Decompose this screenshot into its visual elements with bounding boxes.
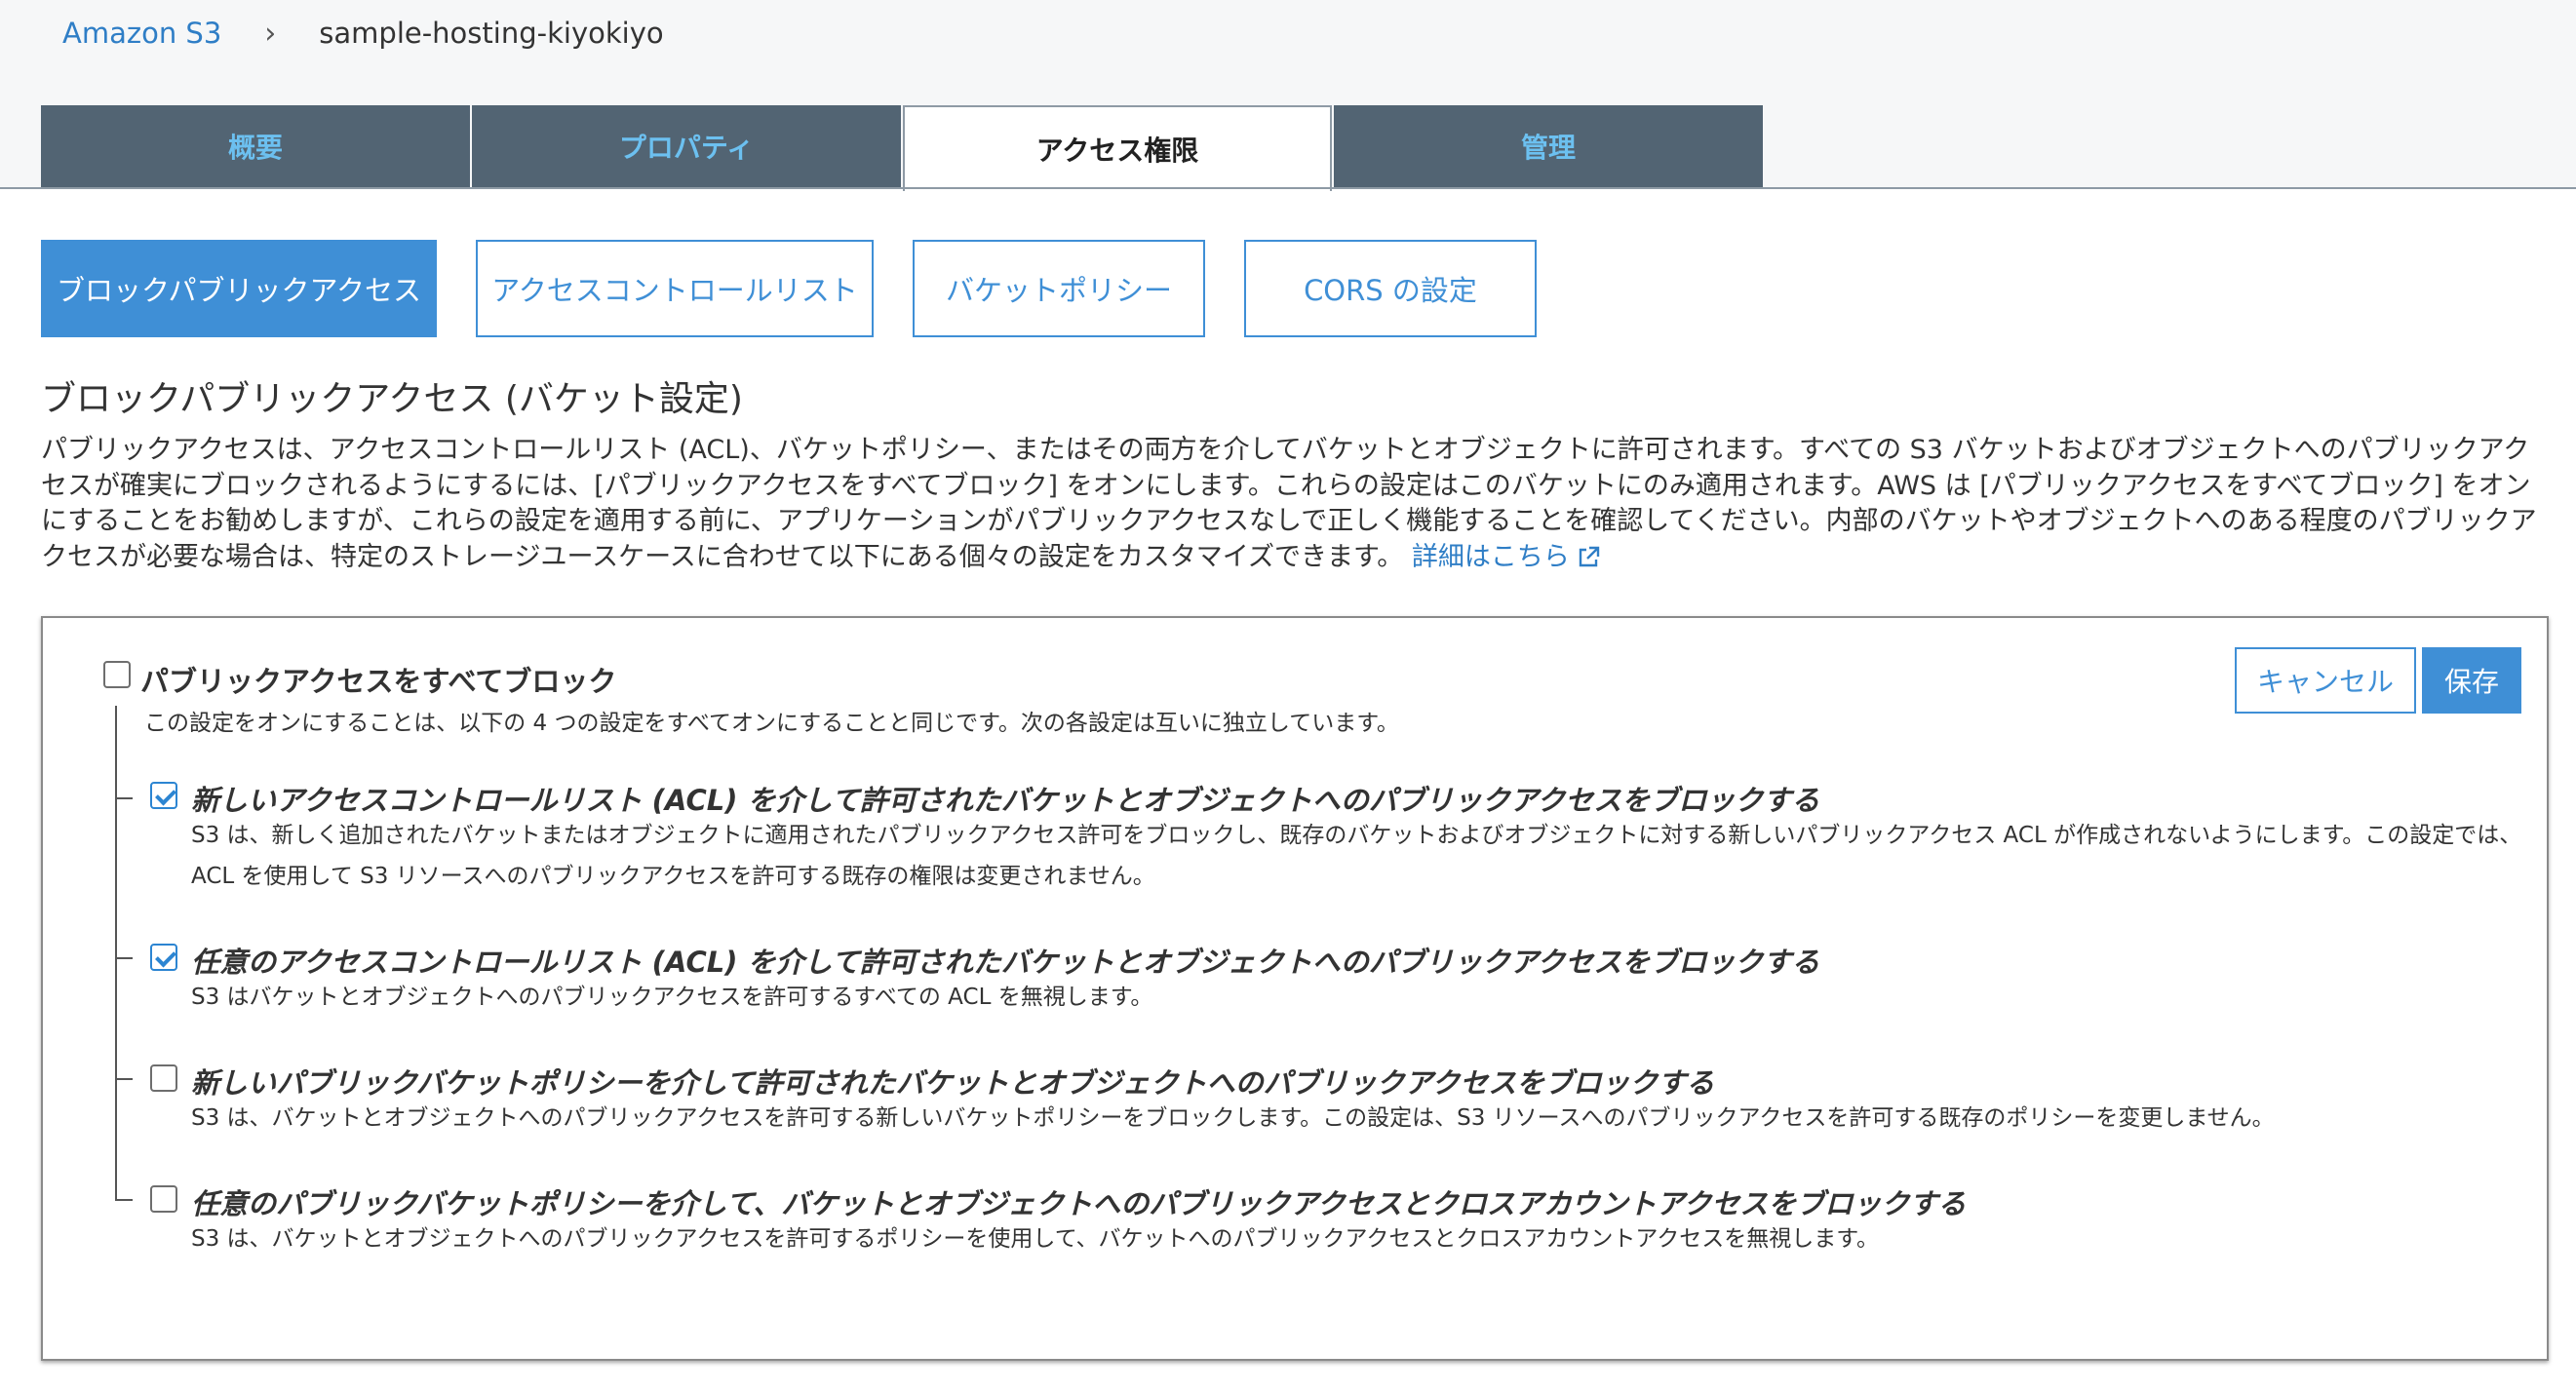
block-any-policy-checkbox[interactable] <box>150 1185 177 1213</box>
tree-branch <box>115 1078 133 1080</box>
description-text: パブリックアクセスは、アクセスコントロールリスト (ACL)、バケットポリシー、… <box>41 435 2537 572</box>
tab-properties[interactable]: プロパティ <box>472 105 901 187</box>
block-new-acl-checkbox[interactable] <box>150 782 177 809</box>
tree-branch <box>115 1199 133 1201</box>
block-any-policy-label: 任意のパブリックバケットポリシーを介して、バケットとオブジェクトへのパブリックア… <box>191 1187 1967 1220</box>
block-new-acl-description: S3 は、新しく追加されたバケットまたはオブジェクトに適用されたパブリックアクセ… <box>191 823 2522 889</box>
learn-more-label: 詳細はこちら <box>1411 541 1570 572</box>
cancel-button[interactable]: キャンセル <box>2235 647 2416 714</box>
tab-permissions[interactable]: アクセス権限 <box>903 105 1332 191</box>
subtab-cors[interactable]: CORS の設定 <box>1244 240 1537 337</box>
subtab-block-public-access[interactable]: ブロックパブリックアクセス <box>41 240 437 337</box>
learn-more-link[interactable]: 詳細はこちら <box>1412 542 1601 572</box>
tab-divider <box>0 187 2576 189</box>
block-new-policy-label: 新しいパブリックバケットポリシーを介して許可されたバケットとオブジェクトへのパブ… <box>191 1066 1715 1100</box>
block-any-acl-description: S3 はバケットとオブジェクトへのパブリックアクセスを許可するすべての ACL … <box>191 985 1153 1010</box>
tree-connector <box>115 706 117 1201</box>
block-public-access-panel: パブリックアクセスをすべてブロック この設定をオンにすることは、以下の 4 つの… <box>41 616 2549 1361</box>
subtab-bucket-policy[interactable]: バケットポリシー <box>913 240 1205 337</box>
block-new-policy-checkbox[interactable] <box>150 1064 177 1092</box>
save-button[interactable]: 保存 <box>2422 647 2521 714</box>
breadcrumb-root-link[interactable]: Amazon S3 <box>62 17 221 50</box>
block-any-policy-description: S3 は、バケットとオブジェクトへのパブリックアクセスを許可するポリシーを使用し… <box>191 1226 1879 1252</box>
block-all-description: この設定をオンにすることは、以下の 4 つの設定をすべてオンにすることと同じです… <box>144 711 1399 736</box>
section-description: パブリックアクセスは、アクセスコントロールリスト (ACL)、バケットポリシー、… <box>41 433 2547 575</box>
breadcrumb: Amazon S3 › sample-hosting-kiyokiyo <box>62 14 664 53</box>
block-any-acl-checkbox[interactable] <box>150 944 177 971</box>
block-new-acl-label: 新しいアクセスコントロールリスト (ACL) を介して許可されたバケットとオブジ… <box>191 784 1820 817</box>
breadcrumb-current: sample-hosting-kiyokiyo <box>319 17 664 50</box>
block-all-checkbox[interactable] <box>103 661 131 688</box>
block-any-acl-label: 任意のアクセスコントロールリスト (ACL) を介して許可されたバケットとオブジ… <box>191 946 1820 979</box>
subtab-acl[interactable]: アクセスコントロールリスト <box>476 240 874 337</box>
tree-branch <box>115 797 133 799</box>
bucket-tabs: 概要 プロパティ アクセス権限 管理 <box>41 105 1765 191</box>
block-new-policy-description: S3 は、バケットとオブジェクトへのパブリックアクセスを許可する新しいバケットポ… <box>191 1105 2275 1131</box>
tab-overview[interactable]: 概要 <box>41 105 470 187</box>
tab-management[interactable]: 管理 <box>1334 105 1763 187</box>
external-link-icon <box>1579 546 1600 567</box>
permission-subtabs: ブロックパブリックアクセス アクセスコントロールリスト バケットポリシー COR… <box>41 240 1576 337</box>
breadcrumb-separator: › <box>264 16 277 51</box>
tree-branch <box>115 957 133 959</box>
section-title: ブロックパブリックアクセス (バケット設定) <box>41 379 743 419</box>
block-all-label: パブリックアクセスをすべてブロック <box>140 665 617 698</box>
